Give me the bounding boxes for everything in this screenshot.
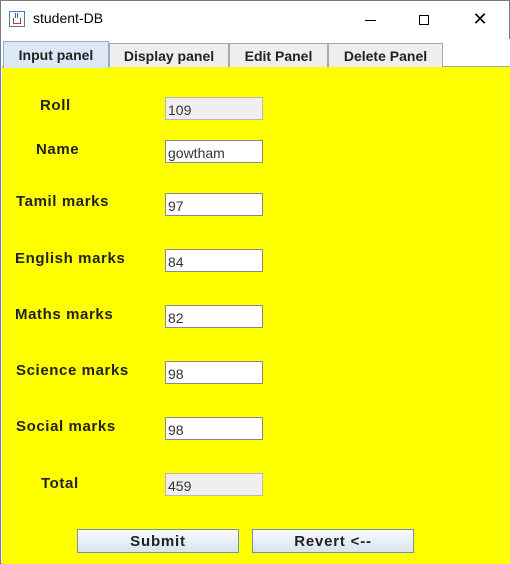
tab-edit-panel[interactable]: Edit Panel bbox=[229, 43, 328, 67]
maths-marks-field[interactable]: 82 bbox=[165, 305, 263, 328]
tab-display-panel[interactable]: Display panel bbox=[109, 43, 229, 67]
input-panel: Roll 109 Name gowtham Tamil marks 97 Eng… bbox=[2, 67, 510, 564]
total-field: 459 bbox=[165, 473, 263, 496]
english-marks-label: English marks bbox=[15, 250, 126, 267]
science-marks-label: Science marks bbox=[16, 362, 129, 379]
maximize-icon bbox=[419, 15, 429, 25]
english-marks-field[interactable]: 84 bbox=[165, 249, 263, 272]
social-marks-label: Social marks bbox=[16, 418, 116, 435]
maximize-button[interactable] bbox=[401, 1, 447, 39]
tab-delete-panel[interactable]: Delete Panel bbox=[328, 43, 443, 67]
minimize-icon bbox=[364, 19, 376, 21]
name-label: Name bbox=[36, 141, 80, 158]
roll-field: 109 bbox=[165, 97, 263, 120]
minimize-button[interactable] bbox=[347, 1, 393, 39]
tab-bar: Input panel Display panel Edit Panel Del… bbox=[2, 39, 510, 68]
close-icon: ✕ bbox=[472, 9, 488, 30]
window-title: student-DB bbox=[33, 10, 104, 26]
maths-marks-label: Maths marks bbox=[15, 306, 114, 323]
close-button[interactable]: ✕ bbox=[457, 1, 503, 39]
java-app-icon bbox=[9, 11, 25, 27]
total-label: Total bbox=[41, 475, 79, 492]
name-field[interactable]: gowtham bbox=[165, 140, 263, 163]
app-window: student-DB ✕ Input panel Display panel E… bbox=[0, 0, 510, 564]
social-marks-field[interactable]: 98 bbox=[165, 417, 263, 440]
revert-button[interactable]: Revert <-- bbox=[252, 529, 414, 553]
roll-label: Roll bbox=[40, 97, 71, 114]
tamil-marks-field[interactable]: 97 bbox=[165, 193, 263, 216]
title-bar[interactable]: student-DB ✕ bbox=[1, 1, 509, 39]
tamil-marks-label: Tamil marks bbox=[16, 193, 110, 210]
submit-button[interactable]: Submit bbox=[77, 529, 239, 553]
science-marks-field[interactable]: 98 bbox=[165, 361, 263, 384]
tab-input-panel[interactable]: Input panel bbox=[3, 41, 109, 68]
